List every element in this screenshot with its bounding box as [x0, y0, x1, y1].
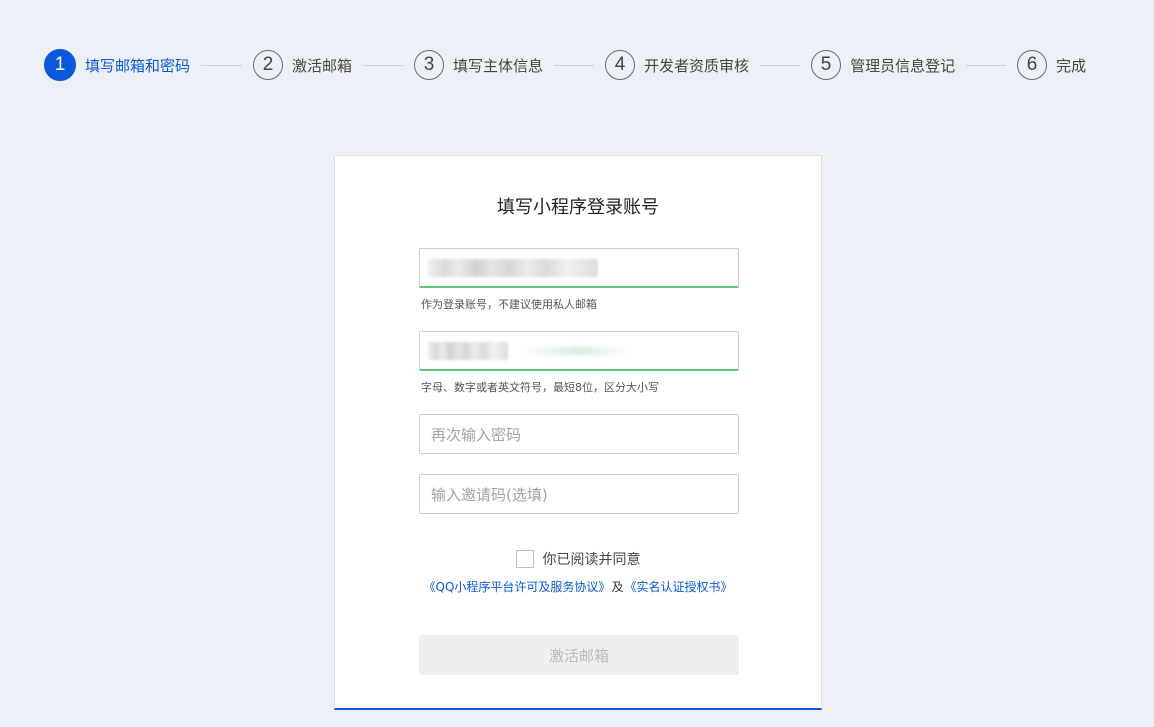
step-1-number: 1 [44, 49, 76, 81]
step-3: 3 填写主体信息 [414, 49, 543, 81]
service-agreement-link[interactable]: 《QQ小程序平台许可及服务协议》 [424, 580, 611, 594]
agree-label: 你已阅读并同意 [542, 552, 641, 568]
confirm-password-field[interactable]: 再次输入密码 [419, 414, 739, 454]
step-connector [554, 64, 595, 66]
step-4-number: 4 [605, 50, 636, 80]
redacted-email-value [428, 258, 598, 277]
redacted-password-value [428, 341, 508, 360]
registration-card: 填写小程序登录账号 作为登录账号，不建议使用私人邮箱 字母、数字或者英文符号，最… [334, 155, 822, 710]
step-connector [363, 64, 404, 66]
activate-email-button[interactable]: 激活邮箱 [419, 635, 739, 675]
confirm-password-placeholder: 再次输入密码 [431, 425, 522, 444]
step-5-number: 5 [811, 50, 842, 80]
password-field[interactable] [419, 331, 739, 371]
step-3-label: 填写主体信息 [453, 56, 544, 75]
step-6-label: 完成 [1056, 56, 1087, 75]
step-4: 4 开发者资质审核 [605, 49, 749, 81]
password-hint: 字母、数字或者英文符号，最短8位，区分大小写 [421, 381, 659, 394]
step-6: 6 完成 [1017, 49, 1086, 81]
progress-stepper: 1 填写邮箱和密码 2 激活邮箱 3 填写主体信息 4 开发者资质审核 5 管理… [44, 49, 1086, 81]
invite-code-field[interactable]: 输入邀请码(选填) [419, 474, 739, 514]
step-2-number: 2 [253, 50, 284, 80]
step-connector [201, 64, 243, 66]
step-1: 1 填写邮箱和密码 [44, 49, 190, 81]
step-1-label: 填写邮箱和密码 [85, 56, 191, 75]
step-2-label: 激活邮箱 [292, 56, 353, 75]
agreement-links: 《QQ小程序平台许可及服务协议》及《实名认证授权书》 [335, 578, 821, 595]
step-connector [760, 64, 801, 66]
agreement-joiner: 及 [611, 580, 624, 594]
real-name-authorization-link[interactable]: 《实名认证授权书》 [624, 580, 732, 594]
form-title: 填写小程序登录账号 [497, 197, 659, 218]
redacted-password-fade [522, 346, 632, 355]
invite-code-placeholder: 输入邀请码(选填) [431, 485, 548, 504]
step-3-number: 3 [414, 50, 445, 80]
step-2: 2 激活邮箱 [253, 49, 352, 81]
step-connector [966, 64, 1007, 66]
step-4-label: 开发者资质审核 [644, 56, 750, 75]
agreement-row: 你已阅读并同意 [335, 549, 821, 569]
step-6-number: 6 [1017, 50, 1048, 80]
agree-checkbox[interactable] [515, 550, 534, 568]
step-5: 5 管理员信息登记 [811, 49, 955, 81]
step-5-label: 管理员信息登记 [850, 56, 956, 75]
email-hint: 作为登录账号，不建议使用私人邮箱 [421, 298, 597, 311]
email-field[interactable] [419, 248, 739, 288]
